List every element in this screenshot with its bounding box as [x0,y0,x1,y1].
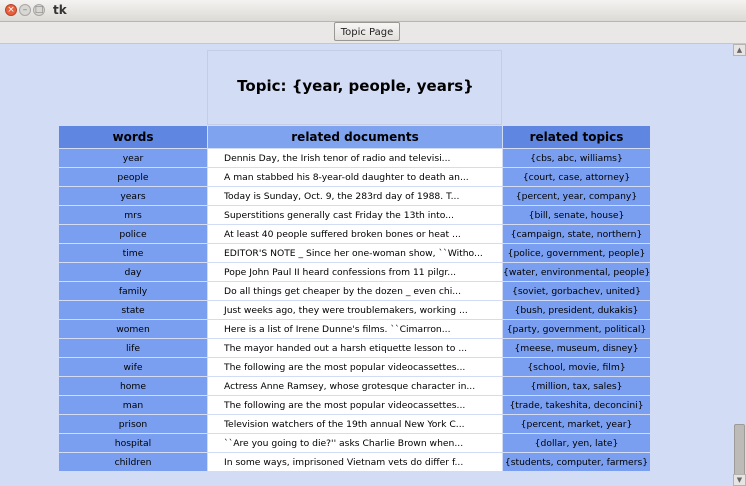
word-cell[interactable]: mrs [58,205,208,225]
document-cell[interactable]: A man stabbed his 8-year-old daughter to… [207,167,503,187]
word-cell[interactable]: man [58,395,208,415]
word-cell[interactable]: family [58,281,208,301]
minimize-icon[interactable]: – [19,4,31,16]
toolbar: Topic Page [0,22,746,44]
table-row: state Just weeks ago, they were troublema… [58,300,651,320]
word-cell[interactable]: year [58,148,208,168]
table-row: women Here is a list of Irene Dunne's fil… [58,319,651,339]
document-cell[interactable]: Today is Sunday, Oct. 9, the 283rd day o… [207,186,503,206]
scroll-up-icon[interactable]: ▲ [733,44,746,56]
topics-cell[interactable]: {students, computer, farmers} [502,452,651,472]
word-cell[interactable]: state [58,300,208,320]
maximize-icon[interactable]: □ [33,4,45,16]
topics-cell[interactable]: {million, tax, sales} [502,376,651,396]
document-cell[interactable]: The mayor handed out a harsh etiquette l… [207,338,503,358]
topics-cell[interactable]: {bill, senate, house} [502,205,651,225]
table-row: years Today is Sunday, Oct. 9, the 283rd … [58,186,651,206]
word-cell[interactable]: hospital [58,433,208,453]
table-row: home Actress Anne Ramsey, whose grotesque… [58,376,651,396]
word-cell[interactable]: life [58,338,208,358]
document-cell[interactable]: ``Are you going to die?'' asks Charlie B… [207,433,503,453]
table-row: police At least 40 people suffered broken… [58,224,651,244]
table-row: children In some ways, imprisoned Vietnam… [58,452,651,472]
document-cell[interactable]: Actress Anne Ramsey, whose grotesque cha… [207,376,503,396]
topics-cell[interactable]: {school, movie, film} [502,357,651,377]
topics-cell[interactable]: {percent, year, company} [502,186,651,206]
word-cell[interactable]: children [58,452,208,472]
word-cell[interactable]: wife [58,357,208,377]
topics-cell[interactable]: {bush, president, dukakis} [502,300,651,320]
table-row: hospital ``Are you going to die?'' asks C… [58,433,651,453]
table-row: time EDITOR'S NOTE _ Since her one-woman … [58,243,651,263]
document-cell[interactable]: Here is a list of Irene Dunne's films. `… [207,319,503,339]
topics-cell[interactable]: {percent, market, year} [502,414,651,434]
word-cell[interactable]: years [58,186,208,206]
word-cell[interactable]: women [58,319,208,339]
topics-cell[interactable]: {meese, museum, disney} [502,338,651,358]
document-cell[interactable]: Dennis Day, the Irish tenor of radio and… [207,148,503,168]
topics-cell[interactable]: {court, case, attorney} [502,167,651,187]
document-cell[interactable]: Superstitions generally cast Friday the … [207,205,503,225]
document-cell[interactable]: In some ways, imprisoned Vietnam vets do… [207,452,503,472]
document-cell[interactable]: Do all things get cheaper by the dozen _… [207,281,503,301]
topic-heading-box: Topic: {year, people, years} [207,50,502,125]
topics-cell[interactable]: {campaign, state, northern} [502,224,651,244]
topic-table: words related documents related topics y… [58,125,651,472]
word-cell[interactable]: time [58,243,208,263]
table-row: family Do all things get cheaper by the d… [58,281,651,301]
table-row: life The mayor handed out a harsh etiquet… [58,338,651,358]
related-documents-column-header: related documents [207,125,503,149]
related-topics-column-header: related topics [502,125,651,149]
table-row: mrs Superstitions generally cast Friday t… [58,205,651,225]
table-row: man The following are the most popular vi… [58,395,651,415]
table-row: day Pope John Paul II heard confessions f… [58,262,651,282]
words-column-header: words [58,125,208,149]
scroll-down-icon[interactable]: ▼ [733,474,746,486]
word-cell[interactable]: home [58,376,208,396]
topic-page-button[interactable]: Topic Page [334,22,400,41]
document-cell[interactable]: Just weeks ago, they were troublemakers,… [207,300,503,320]
topics-cell[interactable]: {water, environmental, people} [502,262,651,282]
topics-cell[interactable]: {cbs, abc, williams} [502,148,651,168]
vertical-scrollbar[interactable]: ▲ ▼ [733,44,746,486]
word-cell[interactable]: people [58,167,208,187]
table-row: year Dennis Day, the Irish tenor of radio… [58,148,651,168]
table-row: prison Television watchers of the 19th an… [58,414,651,434]
document-cell[interactable]: EDITOR'S NOTE _ Since her one-woman show… [207,243,503,263]
topics-cell[interactable]: {soviet, gorbachev, united} [502,281,651,301]
word-cell[interactable]: day [58,262,208,282]
document-cell[interactable]: Television watchers of the 19th annual N… [207,414,503,434]
document-cell[interactable]: At least 40 people suffered broken bones… [207,224,503,244]
document-cell[interactable]: The following are the most popular video… [207,357,503,377]
topics-cell[interactable]: {police, government, people} [502,243,651,263]
table-row: wife The following are the most popular v… [58,357,651,377]
word-cell[interactable]: prison [58,414,208,434]
window-titlebar: × – □ tk [0,0,746,22]
close-icon[interactable]: × [5,4,17,16]
topic-heading: Topic: {year, people, years} [237,77,474,95]
table-row: people A man stabbed his 8-year-old daugh… [58,167,651,187]
window-title: tk [53,3,67,17]
topics-cell[interactable]: {party, government, political} [502,319,651,339]
topics-cell[interactable]: {dollar, yen, late} [502,433,651,453]
document-cell[interactable]: The following are the most popular video… [207,395,503,415]
scroll-thumb[interactable] [734,424,745,479]
word-cell[interactable]: police [58,224,208,244]
table-header-row: words related documents related topics [58,125,651,149]
document-cell[interactable]: Pope John Paul II heard confessions from… [207,262,503,282]
topics-cell[interactable]: {trade, takeshita, deconcini} [502,395,651,415]
